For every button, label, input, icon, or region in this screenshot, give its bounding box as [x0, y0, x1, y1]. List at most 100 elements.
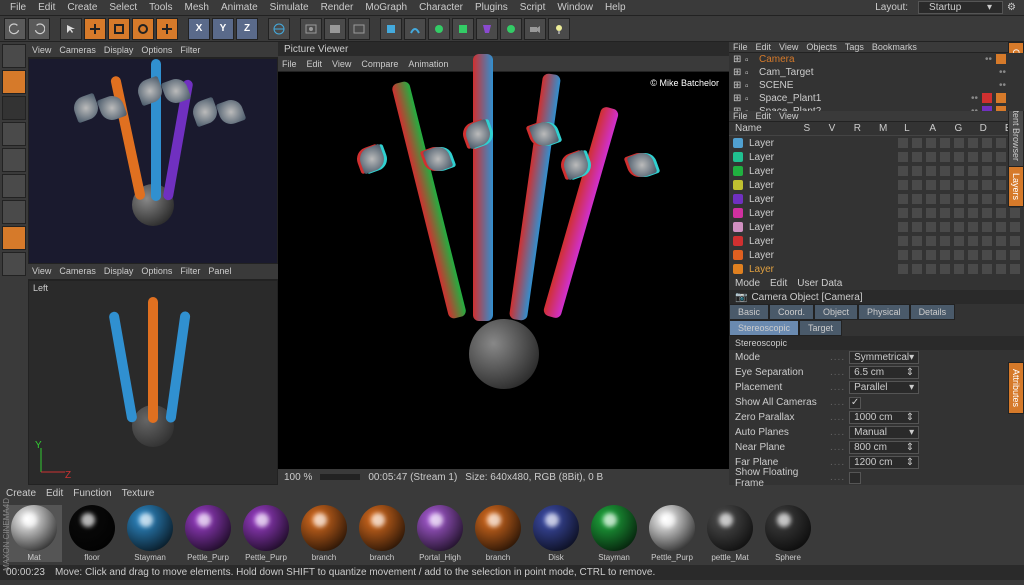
layer-flag[interactable] [926, 194, 936, 204]
material-branch[interactable]: branch [470, 505, 526, 562]
layer-flag[interactable] [996, 264, 1006, 274]
vp2-menu-options[interactable]: Options [141, 266, 172, 276]
visibility-dots[interactable]: •• [985, 54, 992, 65]
tree-item-space_plant2[interactable]: ⊞▫Space_Plant2•• [729, 105, 1024, 111]
attr-tab-target[interactable]: Target [799, 320, 842, 336]
lay-menu-edit[interactable]: Edit [756, 111, 772, 121]
layer-flag[interactable] [926, 222, 936, 232]
layer-row[interactable]: Layer [729, 178, 1024, 192]
vp2-menu-filter[interactable]: Filter [180, 266, 200, 276]
layer-flag[interactable] [996, 250, 1006, 260]
mat-menu-texture[interactable]: Texture [122, 488, 155, 499]
layer-flag[interactable] [1010, 222, 1020, 232]
layer-flag[interactable] [926, 250, 936, 260]
layer-tag[interactable] [982, 93, 992, 103]
layer-flag[interactable] [926, 208, 936, 218]
layers-list[interactable]: LayerLayerLayerLayerLayerLayerLayerLayer… [729, 136, 1024, 276]
layer-flag[interactable] [968, 152, 978, 162]
menu-edit[interactable]: Edit [32, 2, 61, 13]
menu-character[interactable]: Character [413, 2, 469, 13]
number-input[interactable]: 800 cm⇕ [849, 441, 919, 454]
menu-simulate[interactable]: Simulate [264, 2, 315, 13]
light-button[interactable] [548, 18, 570, 40]
expand-icon[interactable]: ⊞ [733, 54, 741, 65]
vp1-menu-options[interactable]: Options [141, 45, 172, 55]
layer-flag[interactable] [940, 180, 950, 190]
render-view-button[interactable] [300, 18, 322, 40]
layer-flag[interactable] [954, 236, 964, 246]
menu-plugins[interactable]: Plugins [469, 2, 514, 13]
material-pettle_purp[interactable]: Pettle_Purp [180, 505, 236, 562]
expand-icon[interactable]: ⊞ [733, 93, 741, 104]
layer-flag[interactable] [982, 194, 992, 204]
layer-flag[interactable] [982, 236, 992, 246]
attr-tab-basic[interactable]: Basic [729, 304, 769, 320]
checkbox[interactable]: ✓ [849, 397, 861, 409]
layer-flag[interactable] [898, 194, 908, 204]
menu-create[interactable]: Create [61, 2, 103, 13]
pv-zoom-slider[interactable] [320, 474, 360, 480]
redo-button[interactable] [28, 18, 50, 40]
layer-flag[interactable] [898, 222, 908, 232]
layer-flag[interactable] [996, 208, 1006, 218]
layer-flag[interactable] [996, 138, 1006, 148]
layer-flag[interactable] [954, 264, 964, 274]
layer-flag[interactable] [898, 138, 908, 148]
snap-button[interactable] [2, 252, 26, 276]
nurbs-button[interactable] [428, 18, 450, 40]
visibility-dots[interactable]: •• [971, 106, 978, 111]
checkbox[interactable] [849, 472, 861, 484]
layer-flag[interactable] [940, 222, 950, 232]
material-stayman[interactable]: Stayman [586, 505, 642, 562]
mat-menu-create[interactable]: Create [6, 488, 36, 499]
layer-flag[interactable] [1010, 236, 1020, 246]
material-branch[interactable]: branch [354, 505, 410, 562]
tree-item-scene[interactable]: ⊞▫SCENE•• [729, 79, 1024, 92]
menu-script[interactable]: Script [514, 2, 552, 13]
pv-menu-compare[interactable]: Compare [361, 59, 398, 69]
menu-render[interactable]: Render [315, 2, 360, 13]
layer-flag[interactable] [982, 138, 992, 148]
tree-item-space_plant1[interactable]: ⊞▫Space_Plant1•• [729, 92, 1024, 105]
axis-y-button[interactable]: Y [212, 18, 234, 40]
layer-flag[interactable] [982, 250, 992, 260]
texture-mode-button[interactable] [2, 96, 26, 120]
layer-row[interactable]: Layer [729, 248, 1024, 262]
layer-row[interactable]: Layer [729, 150, 1024, 164]
layer-flag[interactable] [996, 236, 1006, 246]
camera-button[interactable] [524, 18, 546, 40]
attr-menu-user data[interactable]: User Data [797, 278, 842, 289]
layer-flag[interactable] [954, 208, 964, 218]
layer-flag[interactable] [898, 166, 908, 176]
layer-flag[interactable] [912, 208, 922, 218]
menu-window[interactable]: Window [551, 2, 599, 13]
layer-flag[interactable] [968, 250, 978, 260]
pv-menu-animation[interactable]: Animation [408, 59, 448, 69]
layer-flag[interactable] [898, 250, 908, 260]
layer-flag[interactable] [996, 180, 1006, 190]
dropdown[interactable]: Parallel▾ [849, 381, 919, 394]
menu-file[interactable]: File [4, 2, 32, 13]
viewport-perspective[interactable] [28, 58, 278, 264]
layer-flag[interactable] [898, 208, 908, 218]
layer-flag[interactable] [996, 152, 1006, 162]
side-tab-layers[interactable]: Layers [1008, 166, 1024, 207]
layer-row[interactable]: Layer [729, 262, 1024, 276]
expand-icon[interactable]: ⊞ [733, 106, 741, 111]
layer-flag[interactable] [968, 138, 978, 148]
layer-flag[interactable] [982, 152, 992, 162]
layer-tag[interactable] [982, 106, 992, 111]
attr-menu-edit[interactable]: Edit [770, 278, 787, 289]
obj-menu-bookmarks[interactable]: Bookmarks [872, 42, 917, 52]
layer-flag[interactable] [940, 236, 950, 246]
last-tool[interactable] [156, 18, 178, 40]
layer-row[interactable]: Layer [729, 206, 1024, 220]
vp2-menu-display[interactable]: Display [104, 266, 134, 276]
render-pv-button[interactable] [324, 18, 346, 40]
move-tool[interactable] [84, 18, 106, 40]
make-editable-button[interactable] [2, 44, 26, 68]
layer-flag[interactable] [940, 194, 950, 204]
axis-x-button[interactable]: X [188, 18, 210, 40]
layer-flag[interactable] [996, 166, 1006, 176]
layer-flag[interactable] [898, 236, 908, 246]
